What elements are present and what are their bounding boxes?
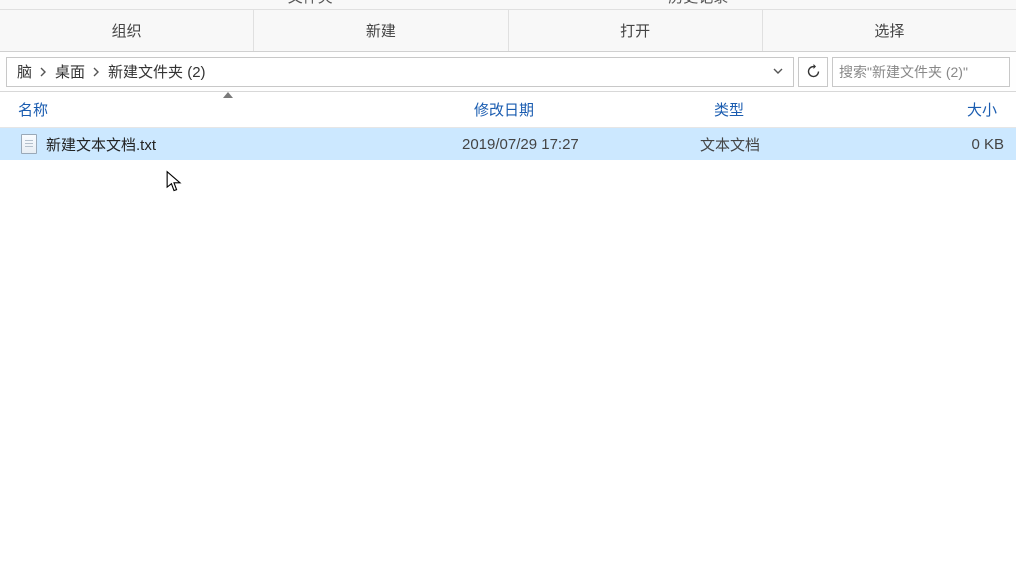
file-size-cell: 0 KB: [906, 136, 1016, 153]
breadcrumb-item-pc[interactable]: 脑: [11, 58, 38, 86]
column-headers: 名称 修改日期 类型 大小: [0, 92, 1016, 128]
ribbon-top-folder-label: 文件夹: [288, 0, 333, 7]
chevron-right-icon[interactable]: [91, 67, 102, 77]
ribbon-top-history-label: 历史记录: [668, 0, 728, 7]
column-header-type[interactable]: 类型: [696, 92, 906, 127]
refresh-icon: [806, 64, 821, 79]
file-row[interactable]: 新建文本文档.txt 2019/07/29 17:27 文本文档 0 KB: [0, 128, 1016, 160]
column-header-name[interactable]: 名称: [0, 92, 456, 127]
ribbon-select[interactable]: 选择: [763, 10, 1016, 51]
breadcrumb-dropdown-icon[interactable]: [767, 58, 789, 86]
file-name-cell[interactable]: 新建文本文档.txt: [0, 133, 456, 155]
text-file-icon: [20, 133, 38, 155]
ribbon-new[interactable]: 新建: [254, 10, 508, 51]
column-header-date[interactable]: 修改日期: [456, 92, 696, 127]
breadcrumb-item-folder[interactable]: 新建文件夹 (2): [102, 58, 212, 86]
ribbon-open[interactable]: 打开: [509, 10, 763, 51]
mouse-cursor-icon: [165, 170, 183, 197]
sort-ascending-icon: [223, 90, 233, 101]
chevron-right-icon[interactable]: [38, 67, 49, 77]
column-header-size[interactable]: 大小: [906, 92, 1016, 127]
search-input[interactable]: [839, 64, 1003, 80]
address-bar-row: 脑 桌面 新建文件夹 (2): [0, 52, 1016, 92]
file-name-label: 新建文本文档.txt: [46, 134, 156, 155]
file-date-cell: 2019/07/29 17:27: [456, 136, 696, 153]
refresh-button[interactable]: [798, 57, 828, 87]
file-type-cell: 文本文档: [696, 134, 906, 155]
ribbon-top-partial: 文件夹 历史记录: [0, 0, 1016, 10]
file-list[interactable]: 新建文本文档.txt 2019/07/29 17:27 文本文档 0 KB: [0, 128, 1016, 160]
ribbon: 组织 新建 打开 选择: [0, 10, 1016, 52]
ribbon-organize[interactable]: 组织: [0, 10, 254, 51]
breadcrumb-item-desktop[interactable]: 桌面: [49, 58, 91, 86]
search-box[interactable]: [832, 57, 1010, 87]
breadcrumb[interactable]: 脑 桌面 新建文件夹 (2): [6, 57, 794, 87]
column-header-name-label: 名称: [18, 99, 48, 120]
